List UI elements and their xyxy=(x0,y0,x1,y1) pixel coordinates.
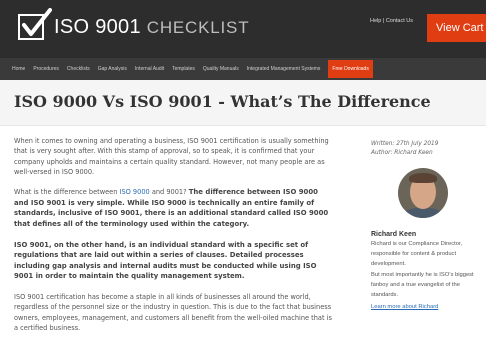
paragraph-2-start: What is the difference between xyxy=(14,188,120,197)
contact-us-link[interactable]: Contact Us xyxy=(386,18,413,24)
site-logo[interactable]: ISO 9001 CHECKLIST xyxy=(18,8,249,40)
author-bio: Richard is our Compliance Director, resp… xyxy=(371,241,463,267)
author-bio-2: But most importantly he is ISO’s biggest… xyxy=(371,272,474,298)
view-cart-button[interactable]: View Cart xyxy=(427,14,486,42)
page-title: ISO 9000 Vs ISO 9001 - What’s The Differ… xyxy=(14,92,431,111)
nav-item-gap-analysis[interactable]: Gap Analysis xyxy=(98,66,127,72)
learn-more-link[interactable]: Learn more about Richard xyxy=(371,304,438,310)
nav-item-integrated-management-systems[interactable]: Integrated Management Systems xyxy=(247,66,321,72)
nav-item-quality-manuals[interactable]: Quality Manuals xyxy=(203,66,239,72)
article-body: When it comes to owning and operating a … xyxy=(14,136,332,343)
article-paragraph-2: What is the difference between ISO 9000 … xyxy=(14,187,332,229)
author-sidebar: Written: 27th July 2019 Author: Richard … xyxy=(371,140,483,313)
site-header: ISO 9001 CHECKLIST Help | Contact Us Vie… xyxy=(0,0,486,58)
logo-sub-text: CHECKLIST xyxy=(146,17,250,37)
written-date: Written: 27th July 2019 xyxy=(371,141,439,147)
article-paragraph-3: ISO 9001, on the other hand, is an indiv… xyxy=(14,240,317,281)
iso-9000-link[interactable]: ISO 9000 xyxy=(120,188,150,196)
nav-item-home[interactable]: Home xyxy=(12,66,25,72)
article-paragraph-1: When it comes to owning and operating a … xyxy=(14,137,329,176)
top-links: Help | Contact Us xyxy=(370,18,413,24)
title-band: ISO 9000 Vs ISO 9001 - What’s The Differ… xyxy=(0,80,486,126)
nav-item-templates[interactable]: Templates xyxy=(172,66,195,72)
article-paragraph-4: ISO 9001 certification has become a stap… xyxy=(14,292,332,332)
nav-item-procedures[interactable]: Procedures xyxy=(33,66,59,72)
author-line: Author: Richard Keen xyxy=(371,149,433,156)
nav-item-checklists[interactable]: Checklists xyxy=(67,66,90,72)
paragraph-2-mid: and 9001? xyxy=(149,188,189,197)
checkbox-logo-icon xyxy=(18,8,52,40)
nav-item-internal-audit[interactable]: Internal Audit xyxy=(135,66,164,72)
author-avatar xyxy=(398,168,448,218)
main-nav: Home Procedures Checklists Gap Analysis … xyxy=(0,58,486,80)
logo-main-text: ISO 9001 xyxy=(54,15,141,38)
logo-text: ISO 9001 CHECKLIST xyxy=(54,16,249,39)
top-links-separator: | xyxy=(382,18,385,24)
author-name: Richard Keen xyxy=(371,231,417,238)
nav-item-free-downloads[interactable]: Free Downloads xyxy=(328,60,373,78)
help-link[interactable]: Help xyxy=(370,18,381,24)
